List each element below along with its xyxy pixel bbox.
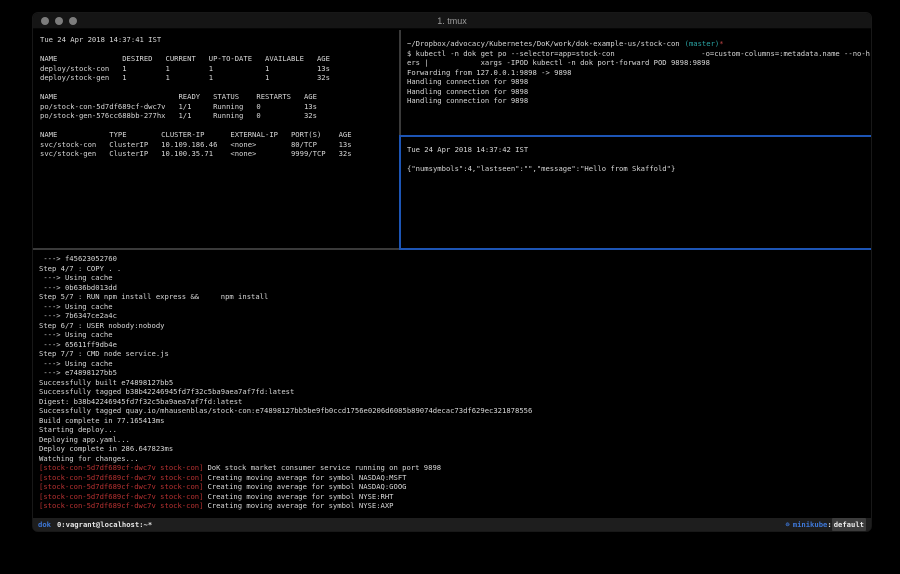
service-output-text: Tue 24 Apr 2018 14:37:42 IST {"numsymbol… [407,145,870,174]
window-titlebar[interactable]: 1. tmux [33,13,871,29]
kubectl-watch-output: Tue 24 Apr 2018 14:37:41 IST NAME DESIRE… [40,35,399,159]
pane-divider-vertical-inactive[interactable] [399,30,401,135]
pane-skaffold[interactable]: ---> f45623052760 Step 4/7 : COPY . . --… [34,250,870,516]
pane-kubectl-watch[interactable]: Tue 24 Apr 2018 14:37:41 IST NAME DESIRE… [34,30,399,248]
pod-log-prefix: [stock-con-5d7df689cf-dwc7v stock-con] [39,473,203,482]
window-title: 1. tmux [33,16,871,26]
kubernetes-icon: ☸ [785,518,789,531]
port-forward-output: $ kubectl -n dok get po --selector=app=s… [407,49,870,106]
shell-prompt-line: ~/Dropbox/advocacy/Kubernetes/DoK/work/d… [407,39,870,49]
pod-log-prefix: [stock-con-5d7df689cf-dwc7v stock-con] [39,482,203,491]
pod-log-text: DoK stock market consumer service runnin… [207,463,441,472]
pod-log-prefix: [stock-con-5d7df689cf-dwc7v stock-con] [39,501,203,510]
git-dirty-flag: * [719,39,723,48]
pod-log-text: Creating moving average for symbol NASDA… [207,473,406,482]
terminal-window: 1. tmux Tue 24 Apr 2018 14:37:41 IST NAM… [32,12,872,532]
git-branch-label: (master) [680,39,720,48]
pane-port-forward[interactable]: ~/Dropbox/advocacy/Kubernetes/DoK/work/d… [402,30,870,135]
pod-log-line: [stock-con-5d7df689cf-dwc7v stock-con] Do… [39,463,870,473]
pod-log-prefix: [stock-con-5d7df689cf-dwc7v stock-con] [39,492,203,501]
pod-log-text: Creating moving average for symbol NYSE:… [207,501,393,510]
pod-log-text: Creating moving average for symbol NYSE:… [207,492,393,501]
kube-context-label: minikube [793,518,828,531]
desktop-background: { "window": { "title": "1. tmux" }, "pan… [0,0,900,574]
skaffold-build-output: ---> f45623052760 Step 4/7 : COPY . . --… [39,254,870,463]
pod-log-line: [stock-con-5d7df689cf-dwc7v stock-con] Cr… [39,501,870,511]
tmux-active-window-label[interactable]: 0:vagrant@localhost:~* [57,518,152,531]
pod-log-line: [stock-con-5d7df689cf-dwc7v stock-con] Cr… [39,473,870,483]
pane-service-output[interactable]: Tue 24 Apr 2018 14:37:42 IST {"numsymbol… [402,137,870,248]
pod-log-line: [stock-con-5d7df689cf-dwc7v stock-con] Cr… [39,492,870,502]
kube-namespace-badge: default [832,518,866,531]
prompt-path: ~/Dropbox/advocacy/Kubernetes/DoK/work/d… [407,39,680,48]
tmux-status-bar: dok 0:vagrant@localhost:~* ☸ minikube : … [33,518,871,531]
pane-divider-vertical-active[interactable] [399,135,401,250]
pod-log-prefix: [stock-con-5d7df689cf-dwc7v stock-con] [39,463,203,472]
tmux-session-name: dok [38,518,51,531]
pod-log-text: Creating moving average for symbol NASDA… [207,482,406,491]
pod-log-line: [stock-con-5d7df689cf-dwc7v stock-con] Cr… [39,482,870,492]
